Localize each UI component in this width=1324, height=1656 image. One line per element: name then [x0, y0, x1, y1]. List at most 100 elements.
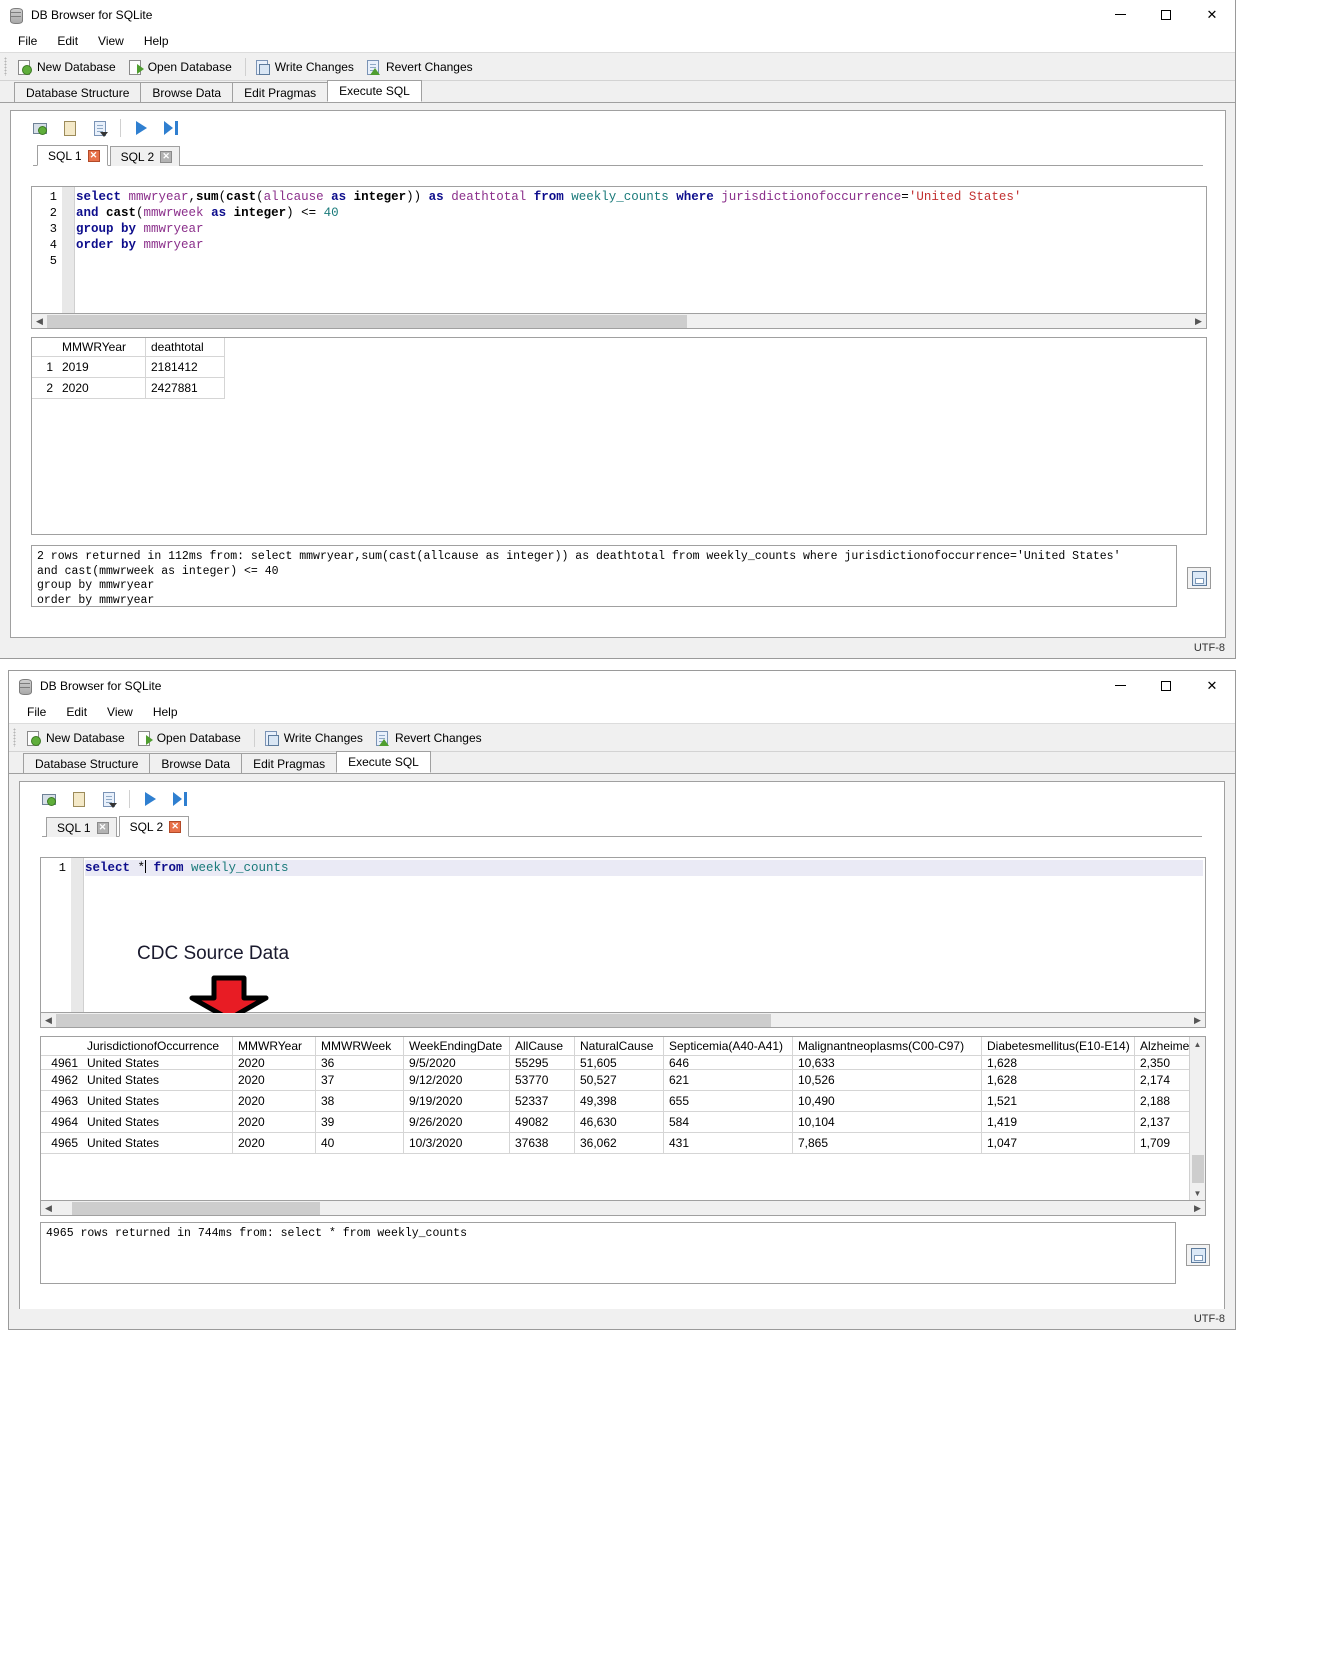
close-icon[interactable]: ✕: [169, 820, 182, 833]
hscroll-thumb[interactable]: [56, 1013, 771, 1027]
table-cell[interactable]: 2020: [232, 1069, 316, 1091]
scroll-left-icon[interactable]: ◀: [32, 315, 47, 328]
scroll-right-icon[interactable]: ▶: [1190, 1202, 1205, 1215]
table-cell[interactable]: 10,526: [792, 1069, 982, 1091]
table-cell[interactable]: 50,527: [574, 1069, 664, 1091]
table-cell[interactable]: 655: [663, 1090, 793, 1112]
column-header[interactable]: MMWRWeek: [315, 1037, 404, 1056]
open-database-button[interactable]: Open Database: [124, 56, 240, 78]
table-cell[interactable]: 1,521: [981, 1090, 1135, 1112]
column-header[interactable]: deathtotal: [145, 338, 225, 357]
column-header[interactable]: NaturalCause: [574, 1037, 664, 1056]
table-cell[interactable]: 2020: [232, 1132, 316, 1154]
tab-edit-pragmas[interactable]: Edit Pragmas: [241, 753, 338, 773]
new-database-button[interactable]: New Database: [22, 727, 133, 749]
tab-database-structure[interactable]: Database Structure: [14, 82, 142, 102]
vscroll-thumb[interactable]: [1192, 1155, 1204, 1183]
table-cell[interactable]: United States: [82, 1111, 233, 1133]
results-vscrollbar[interactable]: ▲ ▼: [1189, 1037, 1205, 1200]
table-cell[interactable]: 37638: [509, 1132, 575, 1154]
tab-execute-sql[interactable]: Execute SQL: [327, 80, 422, 102]
menu-file[interactable]: File: [18, 703, 57, 721]
open-sql-tab-icon[interactable]: [34, 786, 64, 812]
table-cell[interactable]: 1,047: [981, 1132, 1135, 1154]
menu-help[interactable]: Help: [135, 32, 180, 50]
hscroll-track[interactable]: [47, 314, 1191, 328]
table-cell[interactable]: 10,490: [792, 1090, 982, 1112]
tab-execute-sql[interactable]: Execute SQL: [336, 751, 431, 773]
revert-changes-button[interactable]: Revert Changes: [362, 56, 481, 78]
save-sql-file-icon[interactable]: [94, 786, 124, 812]
sql-tab-1[interactable]: SQL 1 ✕: [46, 817, 117, 837]
scroll-left-icon[interactable]: ◀: [41, 1202, 56, 1215]
toolbar-grip[interactable]: [13, 728, 16, 747]
table-cell[interactable]: 9/12/2020: [403, 1069, 510, 1091]
window-2-results-grid[interactable]: JurisdictionofOccurrence MMWRYear MMWRWe…: [40, 1036, 1206, 1201]
hscroll-thumb[interactable]: [47, 314, 687, 328]
table-cell[interactable]: United States: [82, 1090, 233, 1112]
window-1-editor-hscrollbar[interactable]: ◀ ▶: [31, 314, 1207, 329]
sql-tab-2[interactable]: SQL 2 ✕: [109, 146, 181, 166]
tab-browse-data[interactable]: Browse Data: [140, 82, 234, 102]
table-cell[interactable]: 40: [315, 1132, 404, 1154]
open-database-button[interactable]: Open Database: [133, 727, 249, 749]
close-button[interactable]: ✕: [1189, 0, 1235, 29]
maximize-button[interactable]: [1143, 671, 1189, 700]
maximize-button[interactable]: [1143, 0, 1189, 29]
table-cell[interactable]: 646: [663, 1055, 793, 1070]
scroll-up-icon[interactable]: ▲: [1190, 1037, 1205, 1051]
table-cell[interactable]: 38: [315, 1090, 404, 1112]
table-row[interactable]: 1 2019 2181412: [32, 356, 225, 378]
table-cell[interactable]: 46,630: [574, 1111, 664, 1133]
column-header[interactable]: Diabetesmellitus(E10-E14): [981, 1037, 1135, 1056]
hscroll-track[interactable]: [56, 1013, 1190, 1027]
column-header[interactable]: AllCause: [509, 1037, 575, 1056]
column-header[interactable]: WeekEndingDate: [403, 1037, 510, 1056]
table-cell[interactable]: 36,062: [574, 1132, 664, 1154]
minimize-button[interactable]: [1097, 671, 1143, 700]
table-cell[interactable]: 10,104: [792, 1111, 982, 1133]
scroll-down-icon[interactable]: ▼: [1190, 1186, 1205, 1200]
table-row[interactable]: 4963 United States 2020 38 9/19/2020 52337 49,…: [41, 1090, 1205, 1112]
sql-tab-2[interactable]: SQL 2 ✕: [118, 816, 190, 837]
table-cell[interactable]: 2020: [232, 1111, 316, 1133]
table-cell[interactable]: 9/19/2020: [403, 1090, 510, 1112]
column-header[interactable]: Malignantneoplasms(C00-C97): [792, 1037, 982, 1056]
save-results-button[interactable]: [1186, 1244, 1210, 1266]
table-cell[interactable]: 37: [315, 1069, 404, 1091]
execute-current-line-icon[interactable]: [156, 115, 186, 141]
tab-database-structure[interactable]: Database Structure: [23, 753, 151, 773]
menu-edit[interactable]: Edit: [48, 32, 89, 50]
minimize-button[interactable]: [1097, 0, 1143, 29]
scroll-left-icon[interactable]: ◀: [41, 1014, 56, 1027]
tab-edit-pragmas[interactable]: Edit Pragmas: [232, 82, 329, 102]
write-changes-button[interactable]: Write Changes: [260, 727, 371, 749]
execute-current-line-icon[interactable]: [165, 786, 195, 812]
close-icon[interactable]: ✕: [87, 149, 100, 162]
window-2-sql-editor[interactable]: 1 select * from weekly_counts CDC Source…: [40, 857, 1206, 1022]
execute-sql-icon[interactable]: [135, 786, 165, 812]
table-row[interactable]: 4964 United States 2020 39 9/26/2020 49082 46,…: [41, 1111, 1205, 1133]
table-cell[interactable]: 1,628: [981, 1055, 1135, 1070]
scroll-right-icon[interactable]: ▶: [1190, 1014, 1205, 1027]
table-cell[interactable]: 53770: [509, 1069, 575, 1091]
open-sql-tab-icon[interactable]: [25, 115, 55, 141]
table-cell[interactable]: 2181412: [145, 356, 225, 378]
close-icon[interactable]: ✕: [160, 150, 173, 163]
table-cell[interactable]: 55295: [509, 1055, 575, 1070]
open-sql-file-icon[interactable]: [55, 115, 85, 141]
table-cell[interactable]: United States: [82, 1132, 233, 1154]
save-sql-file-icon[interactable]: [85, 115, 115, 141]
scroll-right-icon[interactable]: ▶: [1191, 315, 1206, 328]
table-cell[interactable]: 49,398: [574, 1090, 664, 1112]
table-row[interactable]: 4962 United States 2020 37 9/12/2020 53770 50,…: [41, 1069, 1205, 1091]
table-cell[interactable]: 584: [663, 1111, 793, 1133]
table-cell[interactable]: 52337: [509, 1090, 575, 1112]
table-cell[interactable]: 49082: [509, 1111, 575, 1133]
menu-edit[interactable]: Edit: [57, 703, 98, 721]
new-database-button[interactable]: New Database: [13, 56, 124, 78]
table-row[interactable]: 2 2020 2427881: [32, 377, 225, 399]
window-2-editor-hscrollbar[interactable]: ◀ ▶: [40, 1013, 1206, 1028]
sql-tab-1[interactable]: SQL 1 ✕: [37, 145, 108, 166]
menu-view[interactable]: View: [89, 32, 135, 50]
